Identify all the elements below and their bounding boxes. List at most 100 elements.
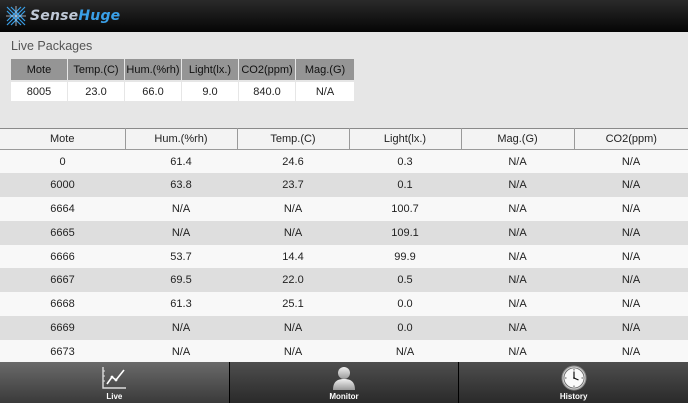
live-cell-mote: 8005	[11, 80, 68, 101]
live-header-row: Mote Temp.(C) Hum.(%rh) Light(lx.) CO2(p…	[11, 59, 354, 80]
cell-co2: N/A	[574, 316, 688, 340]
chart-icon	[100, 365, 128, 391]
table-row[interactable]: 6665 N/A N/A 109.1 N/A N/A	[0, 220, 688, 245]
cell-temp: N/A	[237, 220, 349, 245]
cell-co2: N/A	[574, 197, 688, 221]
cell-co2: N/A	[574, 220, 688, 245]
history-header-row: Mote Hum.(%rh) Temp.(C) Light(lx.) Mag.(…	[0, 128, 688, 150]
cell-mote: 6669	[0, 316, 125, 340]
cell-temp: 14.4	[237, 244, 349, 269]
title-bar: SenseHuge	[0, 0, 688, 32]
live-cell-temp: 23.0	[68, 80, 125, 101]
cell-hum: 63.8	[125, 173, 237, 198]
live-cell-co2: 840.0	[239, 80, 296, 101]
live-col-co2: CO2(ppm)	[239, 59, 296, 80]
col-temp-header[interactable]: Temp.(C)	[236, 128, 350, 150]
cell-mote: 6666	[0, 244, 125, 269]
cell-hum: 53.7	[125, 244, 237, 269]
app-name: SenseHuge	[30, 8, 120, 24]
clock-icon	[560, 365, 588, 391]
tab-monitor-label: Monitor	[329, 392, 359, 401]
cell-co2: N/A	[574, 292, 688, 317]
cell-mote: 6667	[0, 268, 125, 293]
cell-hum: N/A	[125, 316, 237, 340]
cell-co2: N/A	[574, 244, 688, 269]
cell-co2: N/A	[574, 339, 688, 364]
live-packages-table: Mote Temp.(C) Hum.(%rh) Light(lx.) CO2(p…	[11, 59, 354, 101]
cell-light: 109.1	[349, 220, 461, 245]
sensehuge-logo-icon	[5, 5, 27, 27]
cell-hum: 69.5	[125, 268, 237, 293]
col-hum-header[interactable]: Hum.(%rh)	[124, 128, 238, 150]
live-cell-mag: N/A	[296, 80, 354, 101]
cell-temp: N/A	[237, 197, 349, 221]
live-cell-hum: 66.0	[125, 80, 182, 101]
live-col-hum: Hum.(%rh)	[125, 59, 182, 80]
table-row[interactable]: 6668 61.3 25.1 0.0 N/A N/A	[0, 292, 688, 317]
cell-light: 100.7	[349, 197, 461, 221]
live-col-temp: Temp.(C)	[68, 59, 125, 80]
table-row[interactable]: 6664 N/A N/A 100.7 N/A N/A	[0, 197, 688, 221]
cell-light: 0.1	[349, 173, 461, 198]
cell-light: 0.0	[349, 316, 461, 340]
mote-history-table: Mote Hum.(%rh) Temp.(C) Light(lx.) Mag.(…	[0, 128, 688, 364]
cell-hum: N/A	[125, 220, 237, 245]
cell-mag: N/A	[461, 244, 574, 269]
cell-mag: N/A	[461, 268, 574, 293]
cell-temp: 22.0	[237, 268, 349, 293]
col-mag-header[interactable]: Mag.(G)	[460, 128, 575, 150]
table-row[interactable]: 6667 69.5 22.0 0.5 N/A N/A	[0, 268, 688, 293]
cell-temp: 23.7	[237, 173, 349, 198]
bottom-tab-bar: Live Monitor History	[0, 362, 688, 403]
cell-mote: 6668	[0, 292, 125, 317]
app-name-part1: Sense	[30, 8, 79, 24]
person-icon	[330, 365, 358, 391]
tab-live[interactable]: Live	[0, 362, 230, 403]
cell-co2: N/A	[574, 149, 688, 174]
cell-temp: N/A	[237, 339, 349, 364]
tab-history-label: History	[559, 392, 588, 401]
cell-mote: 0	[0, 149, 125, 174]
cell-co2: N/A	[574, 268, 688, 293]
cell-temp: 25.1	[237, 292, 349, 317]
cell-hum: 61.3	[125, 292, 237, 317]
cell-hum: N/A	[125, 339, 237, 364]
tab-monitor[interactable]: Monitor	[229, 362, 460, 403]
table-row[interactable]: 6666 53.7 14.4 99.9 N/A N/A	[0, 244, 688, 269]
table-row[interactable]: 6000 63.8 23.7 0.1 N/A N/A	[0, 173, 688, 198]
cell-mag: N/A	[461, 316, 574, 340]
cell-mote: 6665	[0, 220, 125, 245]
live-packages-title: Live Packages	[11, 39, 93, 53]
cell-mag: N/A	[461, 197, 574, 221]
cell-light: 0.3	[349, 149, 461, 174]
cell-mote: 6000	[0, 173, 125, 198]
col-mote-header[interactable]: Mote	[0, 128, 126, 150]
live-cell-light: 9.0	[182, 80, 239, 101]
cell-hum: N/A	[125, 197, 237, 221]
cell-mag: N/A	[461, 339, 574, 364]
live-col-mag: Mag.(G)	[296, 59, 354, 80]
table-row[interactable]: 6669 N/A N/A 0.0 N/A N/A	[0, 316, 688, 340]
table-row[interactable]: 6673 N/A N/A N/A N/A N/A	[0, 339, 688, 364]
cell-light: N/A	[349, 339, 461, 364]
col-light-header[interactable]: Light(lx.)	[348, 128, 462, 150]
live-data-row: 8005 23.0 66.0 9.0 840.0 N/A	[11, 80, 354, 101]
app-logo: SenseHuge	[5, 5, 120, 27]
live-col-light: Light(lx.)	[182, 59, 239, 80]
cell-co2: N/A	[574, 173, 688, 198]
cell-mag: N/A	[461, 149, 574, 174]
tab-history[interactable]: History	[459, 362, 688, 403]
cell-temp: 24.6	[237, 149, 349, 174]
app-name-part2: Huge	[78, 8, 121, 24]
cell-temp: N/A	[237, 316, 349, 340]
cell-hum: 61.4	[125, 149, 237, 174]
cell-light: 99.9	[349, 244, 461, 269]
cell-light: 0.0	[349, 292, 461, 317]
cell-light: 0.5	[349, 268, 461, 293]
cell-mag: N/A	[461, 292, 574, 317]
live-col-mote: Mote	[11, 59, 68, 80]
cell-mote: 6673	[0, 339, 125, 364]
table-row[interactable]: 0 61.4 24.6 0.3 N/A N/A	[0, 149, 688, 174]
col-co2-header[interactable]: CO2(ppm)	[573, 128, 688, 150]
tab-live-label: Live	[106, 392, 123, 401]
